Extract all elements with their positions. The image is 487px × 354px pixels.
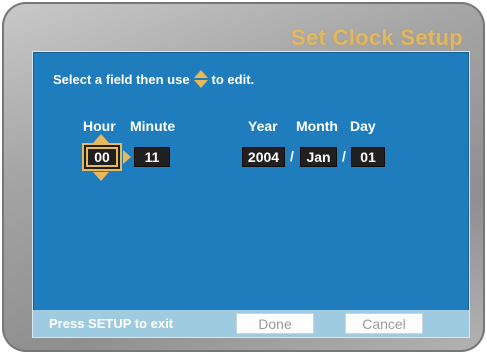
next-field-arrow-icon[interactable] [123, 150, 131, 164]
instructions-suffix: to edit. [211, 71, 255, 87]
instructions-prefix: Select a field then use [53, 71, 190, 87]
year-field[interactable]: 2004 [242, 147, 285, 167]
minute-label: Minute [130, 118, 176, 134]
instructions: Select a field then use to edit. [53, 70, 254, 88]
cancel-button[interactable]: Cancel [345, 313, 423, 334]
clock-setup-panel: Select a field then use to edit. Hour Mi… [32, 51, 470, 338]
hour-label: Hour [83, 118, 116, 134]
screen-title: Set Clock Setup [291, 25, 463, 50]
month-field[interactable]: Jan [300, 147, 337, 167]
hour-field[interactable]: 00 [84, 145, 120, 169]
date-separator: / [290, 148, 294, 164]
outer-bezel: Set Clock Setup Select a field then use … [2, 2, 485, 352]
date-separator: / [342, 148, 346, 164]
done-button[interactable]: Done [236, 313, 314, 334]
footer-bar: Press SETUP to exit Done Cancel [33, 310, 469, 337]
year-label: Year [248, 118, 278, 134]
hour-increment-arrow-icon[interactable] [93, 134, 109, 143]
up-down-arrow-icon [193, 70, 208, 88]
minute-field[interactable]: 11 [134, 147, 170, 167]
day-field[interactable]: 01 [351, 147, 385, 167]
month-label: Month [296, 118, 338, 134]
day-label: Day [350, 118, 376, 134]
exit-hint: Press SETUP to exit [49, 316, 174, 331]
hour-decrement-arrow-icon[interactable] [93, 172, 109, 181]
